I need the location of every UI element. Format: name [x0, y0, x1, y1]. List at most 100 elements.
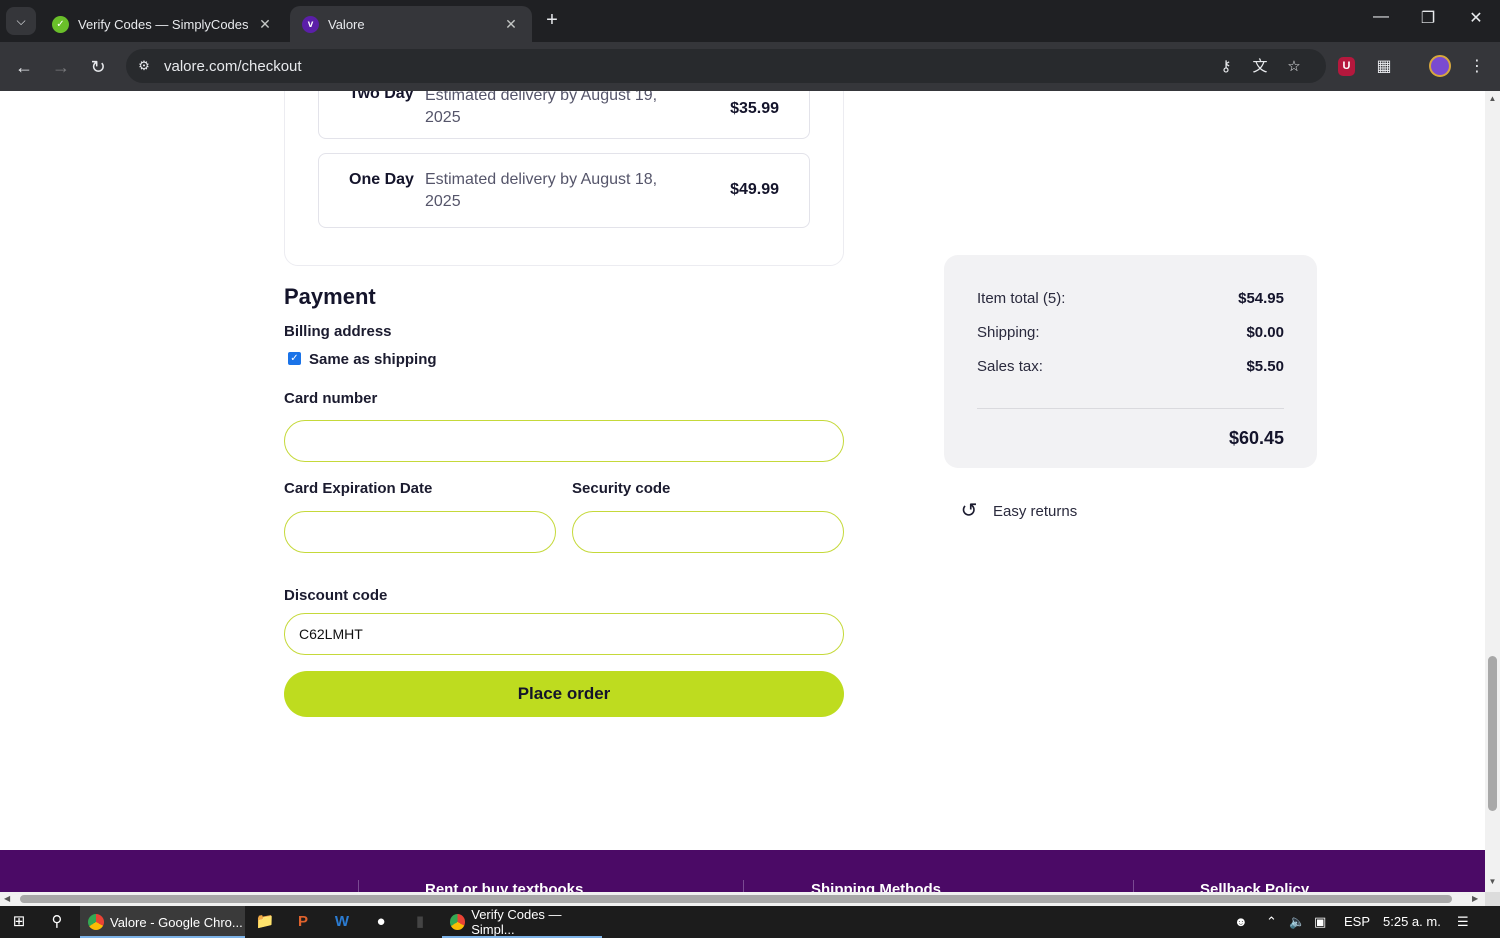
search-icon[interactable]: ⚲ — [45, 910, 69, 934]
shipping-option-price: $49.99 — [730, 181, 779, 198]
card-number-label: Card number — [284, 390, 378, 407]
summary-value: $54.95 — [1238, 290, 1284, 307]
scroll-up-arrow-icon[interactable]: ▲ — [1485, 94, 1500, 103]
chrome-icon — [450, 914, 466, 930]
tab-search-chevron-icon[interactable]: ⌵ — [6, 7, 36, 35]
shipping-option-one-day[interactable]: One Day Estimated delivery by August 18,… — [318, 153, 810, 228]
windows-taskbar: ⊞ ⚲ Valore - Google Chro... 📁 P W ● ▮ Ve… — [0, 906, 1500, 938]
restore-window-icon[interactable]: ❐ — [1413, 8, 1443, 28]
footer-divider — [743, 880, 744, 892]
word-icon[interactable]: W — [330, 910, 354, 934]
summary-divider — [977, 408, 1284, 409]
discount-code-label: Discount code — [284, 587, 388, 604]
vertical-scroll-thumb[interactable] — [1488, 656, 1497, 811]
footer-divider — [1133, 880, 1134, 892]
card-number-input[interactable] — [284, 420, 844, 462]
forward-arrow-icon[interactable]: → — [48, 54, 74, 80]
translate-icon[interactable]: 文 — [1250, 57, 1270, 77]
summary-row-sales-tax: Sales tax: $5.50 — [977, 358, 1284, 375]
undo-arrow-icon: ↺ — [960, 500, 978, 522]
password-key-icon[interactable]: ⚷ — [1216, 57, 1236, 77]
summary-value: $5.50 — [1246, 358, 1284, 375]
notifications-icon[interactable]: ☰ — [1457, 914, 1469, 930]
order-summary-card: Item total (5): $54.95 Shipping: $0.00 S… — [944, 255, 1317, 468]
summary-label: Sales tax: — [977, 358, 1043, 375]
footer-link-textbooks[interactable]: Rent or buy textbooks — [425, 881, 583, 892]
easy-returns-label: Easy returns — [993, 503, 1078, 520]
site-footer: Rent or buy textbooks Shipping Methods S… — [0, 850, 1485, 892]
close-window-icon[interactable]: ✕ — [1461, 8, 1491, 28]
tray-chevron-up-icon[interactable]: ⌃ — [1266, 914, 1277, 930]
discount-code-input[interactable]: C62LMHT — [284, 613, 844, 655]
tab-title: Verify Codes — SimplyCodes — [78, 16, 249, 32]
page-viewport: Two Day Estimated delivery by August 19,… — [0, 91, 1485, 892]
people-icon[interactable]: ☻ — [1234, 914, 1248, 929]
chat-bubble-icon[interactable]: ● — [369, 910, 393, 934]
taskbar-app-title: Verify Codes — Simpl... — [471, 907, 562, 937]
browser-menu-dots-icon[interactable]: ⋮ — [1466, 56, 1488, 78]
billing-address-label: Billing address — [284, 323, 392, 340]
horizontal-scroll-thumb[interactable] — [20, 895, 1452, 903]
card-expiration-input[interactable] — [284, 511, 556, 553]
tab-verify-codes[interactable]: ✓ Verify Codes — SimplyCodes ✕ — [40, 6, 286, 42]
simplycodes-favicon-icon: ✓ — [52, 15, 69, 33]
address-bar[interactable]: ⚙ valore.com/checkout ⚷ 文 ☆ — [126, 49, 1326, 83]
security-code-label: Security code — [572, 480, 671, 497]
new-tab-plus-icon[interactable]: + — [540, 9, 564, 33]
file-explorer-icon[interactable]: 📁 — [253, 910, 277, 934]
card-expiration-label: Card Expiration Date — [284, 480, 433, 497]
windows-start-icon[interactable]: ⊞ — [7, 910, 31, 934]
summary-row-shipping: Shipping: $0.00 — [977, 324, 1284, 341]
network-icon[interactable]: ▣ — [1314, 914, 1326, 930]
extensions-puzzle-icon[interactable]: ▦ — [1373, 56, 1395, 78]
powerpoint-icon[interactable]: P — [291, 910, 315, 934]
site-settings-icon[interactable]: ⚙ — [135, 57, 153, 75]
place-order-button[interactable]: Place order — [284, 671, 844, 717]
security-code-input[interactable] — [572, 511, 844, 553]
close-tab-icon[interactable]: ✕ — [256, 16, 274, 33]
minimize-window-icon[interactable]: — — [1366, 8, 1396, 26]
bookmark-star-icon[interactable]: ☆ — [1284, 57, 1304, 77]
volume-icon[interactable]: 🔈 — [1289, 914, 1305, 930]
profile-avatar[interactable] — [1429, 55, 1451, 77]
shipping-option-two-day[interactable]: Two Day Estimated delivery by August 19,… — [318, 91, 810, 139]
scroll-left-arrow-icon[interactable]: ◀ — [4, 892, 10, 906]
horizontal-scrollbar[interactable]: ◀ ▶ — [0, 892, 1485, 906]
shipping-option-name: Two Day — [349, 91, 414, 102]
clock[interactable]: 5:25 a. m. — [1383, 914, 1441, 929]
back-arrow-icon[interactable]: ← — [11, 54, 37, 80]
summary-label: Item total (5): — [977, 290, 1066, 307]
scrollbar-corner — [1485, 892, 1500, 906]
shipping-option-estimate: Estimated delivery by August 18, 2025 — [425, 171, 658, 210]
order-total: $60.45 — [1228, 428, 1284, 448]
shipping-option-name: One Day — [349, 171, 414, 188]
footer-link-sellback[interactable]: Sellback Policy — [1200, 881, 1309, 892]
valore-favicon-icon: v — [302, 15, 319, 33]
browser-tab-bar: ⌵ ✓ Verify Codes — SimplyCodes ✕ v Valor… — [0, 0, 1500, 42]
footer-link-shipping[interactable]: Shipping Methods — [811, 881, 941, 892]
tab-title: Valore — [328, 16, 365, 32]
payment-heading: Payment — [284, 284, 376, 309]
taskbar-app-valore-chrome[interactable]: Valore - Google Chro... — [80, 906, 245, 938]
shipping-option-price: $35.99 — [730, 100, 779, 117]
url-text[interactable]: valore.com/checkout — [164, 58, 302, 75]
vertical-scrollbar[interactable]: ▲ ▼ — [1485, 91, 1500, 892]
footer-divider — [358, 880, 359, 892]
pinned-app-icon[interactable]: ▮ — [408, 910, 432, 934]
input-language[interactable]: ESP — [1344, 914, 1370, 929]
chrome-icon — [88, 914, 104, 930]
summary-value: $0.00 — [1246, 324, 1284, 341]
summary-row-item-total: Item total (5): $54.95 — [977, 290, 1284, 307]
tab-valore[interactable]: v Valore ✕ — [290, 6, 532, 42]
close-tab-icon[interactable]: ✕ — [502, 16, 520, 33]
browser-toolbar: ← → ↻ ⚙ valore.com/checkout ⚷ 文 ☆ U ▦ ⋮ — [0, 42, 1500, 91]
taskbar-app-verify-codes[interactable]: Verify Codes — Simpl... — [442, 906, 602, 938]
scroll-down-arrow-icon[interactable]: ▼ — [1485, 877, 1500, 886]
shipping-option-estimate: Estimated delivery by August 19, 2025 — [425, 91, 658, 126]
same-as-shipping-label[interactable]: Same as shipping — [309, 351, 437, 368]
ublock-extension-icon[interactable]: U — [1338, 57, 1355, 76]
scroll-right-arrow-icon[interactable]: ▶ — [1472, 892, 1478, 906]
same-as-shipping-checkbox[interactable]: ✓ — [288, 352, 301, 365]
summary-label: Shipping: — [977, 324, 1040, 341]
reload-icon[interactable]: ↻ — [85, 54, 111, 80]
